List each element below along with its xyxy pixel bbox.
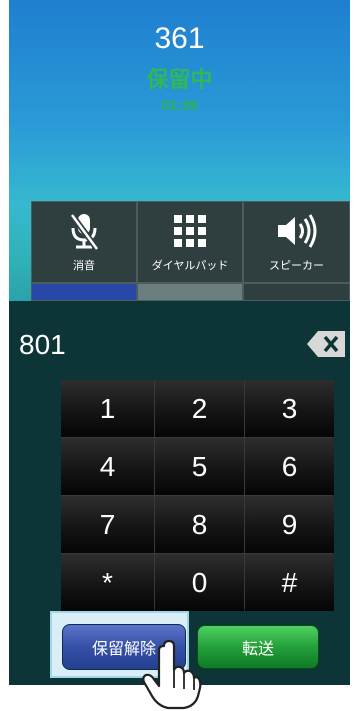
key-5[interactable]: 5 [155, 438, 244, 495]
key-7[interactable]: 7 [61, 496, 154, 553]
dialpad-icon [172, 211, 208, 251]
hidden-function-button-1[interactable] [31, 283, 137, 301]
speaker-button[interactable]: スピーカー [243, 201, 350, 283]
key-hash[interactable]: # [245, 554, 334, 611]
transfer-button[interactable]: 転送 [197, 625, 319, 669]
mic-off-icon [66, 211, 102, 251]
keypad: 1 2 3 4 5 6 7 8 9 * 0 # [61, 380, 334, 611]
speaker-icon [275, 211, 319, 251]
hidden-function-button-2[interactable] [137, 283, 243, 301]
speaker-label: スピーカー [269, 259, 324, 272]
key-star[interactable]: * [61, 554, 154, 611]
key-6[interactable]: 6 [245, 438, 334, 495]
backspace-icon [307, 331, 345, 357]
call-status: 保留中 [146, 68, 213, 93]
phone-screen: 361 保留中 01:39 消音 ダイヤルパッド スピーカー 801 1 2 3… [9, 0, 350, 685]
hidden-function-button-3[interactable] [243, 283, 350, 301]
call-timer: 01:39 [161, 97, 198, 113]
backspace-button[interactable] [307, 331, 345, 357]
mute-button[interactable]: 消音 [31, 201, 137, 283]
call-function-grid: 消音 ダイヤルパッド スピーカー [31, 201, 350, 301]
hand-pointer-icon [142, 640, 202, 710]
key-4[interactable]: 4 [61, 438, 154, 495]
key-9[interactable]: 9 [245, 496, 334, 553]
key-2[interactable]: 2 [155, 380, 244, 437]
mute-label: 消音 [73, 259, 95, 272]
caller-number: 361 [154, 22, 205, 55]
key-0[interactable]: 0 [155, 554, 244, 611]
key-8[interactable]: 8 [155, 496, 244, 553]
key-3[interactable]: 3 [245, 380, 334, 437]
dialpad-label: ダイヤルパッド [151, 259, 229, 272]
dialpad-toggle-button[interactable]: ダイヤルパッド [137, 201, 243, 283]
dialed-number: 801 [19, 329, 66, 360]
key-1[interactable]: 1 [61, 380, 154, 437]
